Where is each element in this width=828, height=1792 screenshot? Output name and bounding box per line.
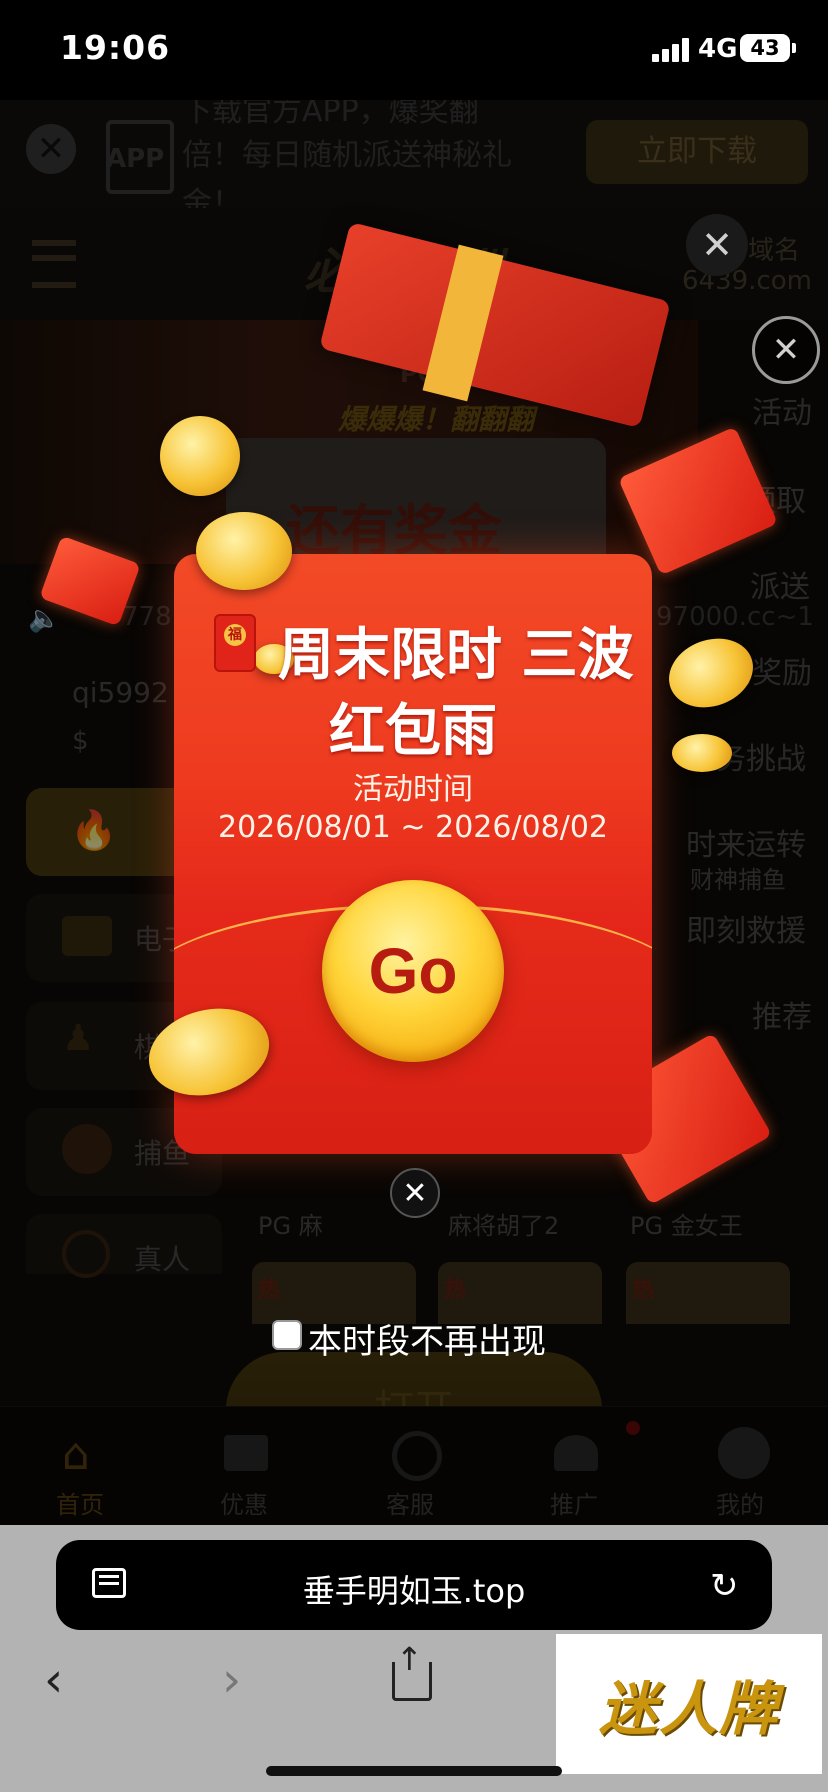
flying-coin — [672, 734, 732, 772]
popup-date-range: 2026/08/01 ~ 2026/08/02 — [217, 810, 609, 845]
watermark-logo: 迷人牌 — [556, 1634, 822, 1774]
popup-title-line1: 周末限时 三波 — [278, 623, 634, 688]
back-icon[interactable]: ‹ — [44, 1652, 63, 1708]
dont-show-again-label[interactable]: 本时段不再出现 — [308, 1314, 546, 1363]
url-bar[interactable]: 垂手明如玉.top ↻ — [56, 1540, 772, 1630]
status-time: 19:06 — [60, 28, 171, 67]
dont-show-again-checkbox[interactable] — [272, 1320, 302, 1350]
go-button-label: Go — [368, 935, 458, 1007]
reload-icon[interactable]: ↻ — [710, 1566, 739, 1606]
battery-tip — [792, 43, 796, 53]
popup-close-button[interactable]: ✕ — [390, 1168, 440, 1218]
envelope-fu-label: 福 — [224, 624, 246, 646]
flying-coin — [160, 416, 240, 496]
forward-icon[interactable]: › — [222, 1652, 241, 1708]
go-button[interactable]: Go — [322, 880, 504, 1062]
status-bar: 19:06 4G 43 — [0, 0, 828, 100]
cellular-signal-icon — [652, 38, 692, 62]
popup-close-button-top[interactable]: ✕ — [752, 316, 820, 384]
home-indicator — [266, 1766, 562, 1776]
popup-subtitle: 活动时间 — [353, 772, 473, 807]
flying-coin — [196, 512, 292, 590]
url-text: 垂手明如玉.top — [302, 1572, 526, 1610]
share-arrow: ↑ — [396, 1640, 423, 1678]
red-envelope-icon: 福 — [216, 616, 254, 670]
ad-close-button[interactable]: ✕ — [686, 214, 748, 276]
watermark-text: 迷人牌 — [598, 1675, 779, 1743]
battery-icon: 43 — [740, 34, 790, 62]
popup-title-line2: 红包雨 — [329, 699, 497, 764]
network-type: 4G — [698, 34, 738, 64]
